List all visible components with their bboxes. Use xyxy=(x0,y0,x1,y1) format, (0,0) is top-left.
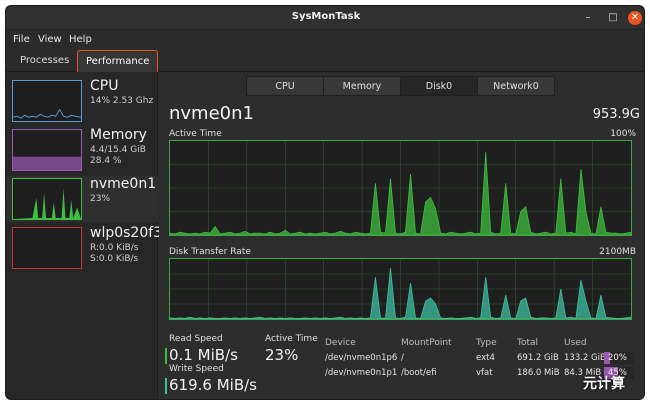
sidebar-item-memory[interactable]: Memory 4.4/15.4 GiB 28.4 % xyxy=(6,127,158,173)
write-speed-value: 619.6 MiB/s xyxy=(169,376,257,394)
minimize-button[interactable]: – xyxy=(581,11,595,25)
column-header-type[interactable]: Type xyxy=(476,338,497,348)
cell-type: vfat xyxy=(476,368,493,378)
main-tabs: Processes Performance xyxy=(6,50,644,72)
sidebar-item-detail: 23% xyxy=(90,194,111,204)
usage-bar: 20% xyxy=(604,352,634,364)
subtab-memory[interactable]: Memory xyxy=(323,76,401,96)
tab-processes[interactable]: Processes xyxy=(12,50,77,72)
active-time-graph xyxy=(169,140,632,236)
column-header-device[interactable]: Device xyxy=(325,338,356,348)
read-color-marker xyxy=(165,348,167,364)
device-size: 953.9G xyxy=(592,107,640,122)
maximize-button[interactable]: □ xyxy=(606,11,620,25)
transfer-rate-max: 2100MB xyxy=(599,247,636,257)
cell-total: 186.0 MiB xyxy=(517,368,560,378)
cell-device: /dev/nvme0n1p1 xyxy=(325,368,398,378)
memory-mini-graph xyxy=(12,129,82,171)
sidebar-item-detail: S:0.0 KiB/s xyxy=(90,254,139,264)
cell-device: /dev/nvme0n1p6 xyxy=(325,353,398,363)
active-time-stat-value: 23% xyxy=(265,346,299,364)
sidebar-item-detail: 28.4 % xyxy=(90,156,122,166)
device-name: nvme0n1 xyxy=(169,103,254,124)
close-button[interactable]: ✕ xyxy=(628,11,642,25)
performance-panel: CPU Memory Disk0 Network0 nvme0n1 953.9G… xyxy=(159,72,644,399)
column-header-total[interactable]: Total xyxy=(517,338,538,348)
cell-type: ext4 xyxy=(476,353,495,363)
sidebar-item-label: Memory xyxy=(90,127,147,143)
column-header-mountpoint[interactable]: MountPoint xyxy=(401,338,452,348)
sidebar-item-label: CPU xyxy=(90,78,119,94)
window-title: SysMonTask xyxy=(291,11,361,22)
transfer-rate-graph xyxy=(169,258,632,320)
active-time-label: Active Time xyxy=(169,129,222,139)
subtab-cpu[interactable]: CPU xyxy=(246,76,324,96)
cell-used: 133.2 GiB xyxy=(564,353,606,363)
cell-mountpoint: /boot/efi xyxy=(401,368,437,378)
cell-total: 691.2 GiB xyxy=(517,353,559,363)
sidebar-item-cpu[interactable]: CPU 14% 2.53 Ghz xyxy=(6,78,158,124)
cell-mountpoint: / xyxy=(401,353,404,363)
sidebar-item-detail: 14% 2.53 Ghz xyxy=(90,96,154,106)
sidebar-item-detail: R:0.0 KiB/s xyxy=(90,243,139,253)
sidebar: CPU 14% 2.53 Ghz Memory 4.4/15.4 GiB 28.… xyxy=(6,72,162,399)
menu-bar: File View Help xyxy=(6,30,644,50)
active-time-max: 100% xyxy=(610,129,636,139)
watermark: 元计算 xyxy=(583,376,625,392)
menu-file[interactable]: File xyxy=(13,34,30,45)
cpu-mini-graph xyxy=(12,80,82,122)
app-window: SysMonTask – □ ✕ File View Help Processe… xyxy=(5,5,645,400)
transfer-rate-label: Disk Transfer Rate xyxy=(169,247,251,257)
tab-performance[interactable]: Performance xyxy=(77,50,159,72)
column-header-used[interactable]: Used xyxy=(564,338,587,348)
active-time-stat-label: Active Time xyxy=(265,334,318,344)
sidebar-item-label: wlp0s20f3 xyxy=(90,225,163,241)
menu-view[interactable]: View xyxy=(38,34,62,45)
sidebar-item-label: nvme0n1 xyxy=(90,176,157,192)
subtab-network0[interactable]: Network0 xyxy=(477,76,555,96)
disk-mini-graph xyxy=(12,178,82,220)
write-color-marker xyxy=(165,378,167,394)
menu-help[interactable]: Help xyxy=(69,34,92,45)
network-mini-graph xyxy=(12,227,82,269)
sidebar-item-nvme0n1[interactable]: nvme0n1 23% xyxy=(6,176,158,222)
write-speed-label: Write Speed xyxy=(169,364,224,374)
subtab-disk0[interactable]: Disk0 xyxy=(400,76,478,96)
read-speed-value: 0.1 MiB/s xyxy=(169,346,238,364)
sidebar-item-wlp0s20f3[interactable]: wlp0s20f3 R:0.0 KiB/s S:0.0 KiB/s xyxy=(6,225,162,271)
sidebar-item-detail: 4.4/15.4 GiB xyxy=(90,145,146,155)
usage-percent: 20% xyxy=(608,353,627,363)
read-speed-label: Read Speed xyxy=(169,334,223,344)
title-bar: SysMonTask – □ ✕ xyxy=(6,6,644,30)
